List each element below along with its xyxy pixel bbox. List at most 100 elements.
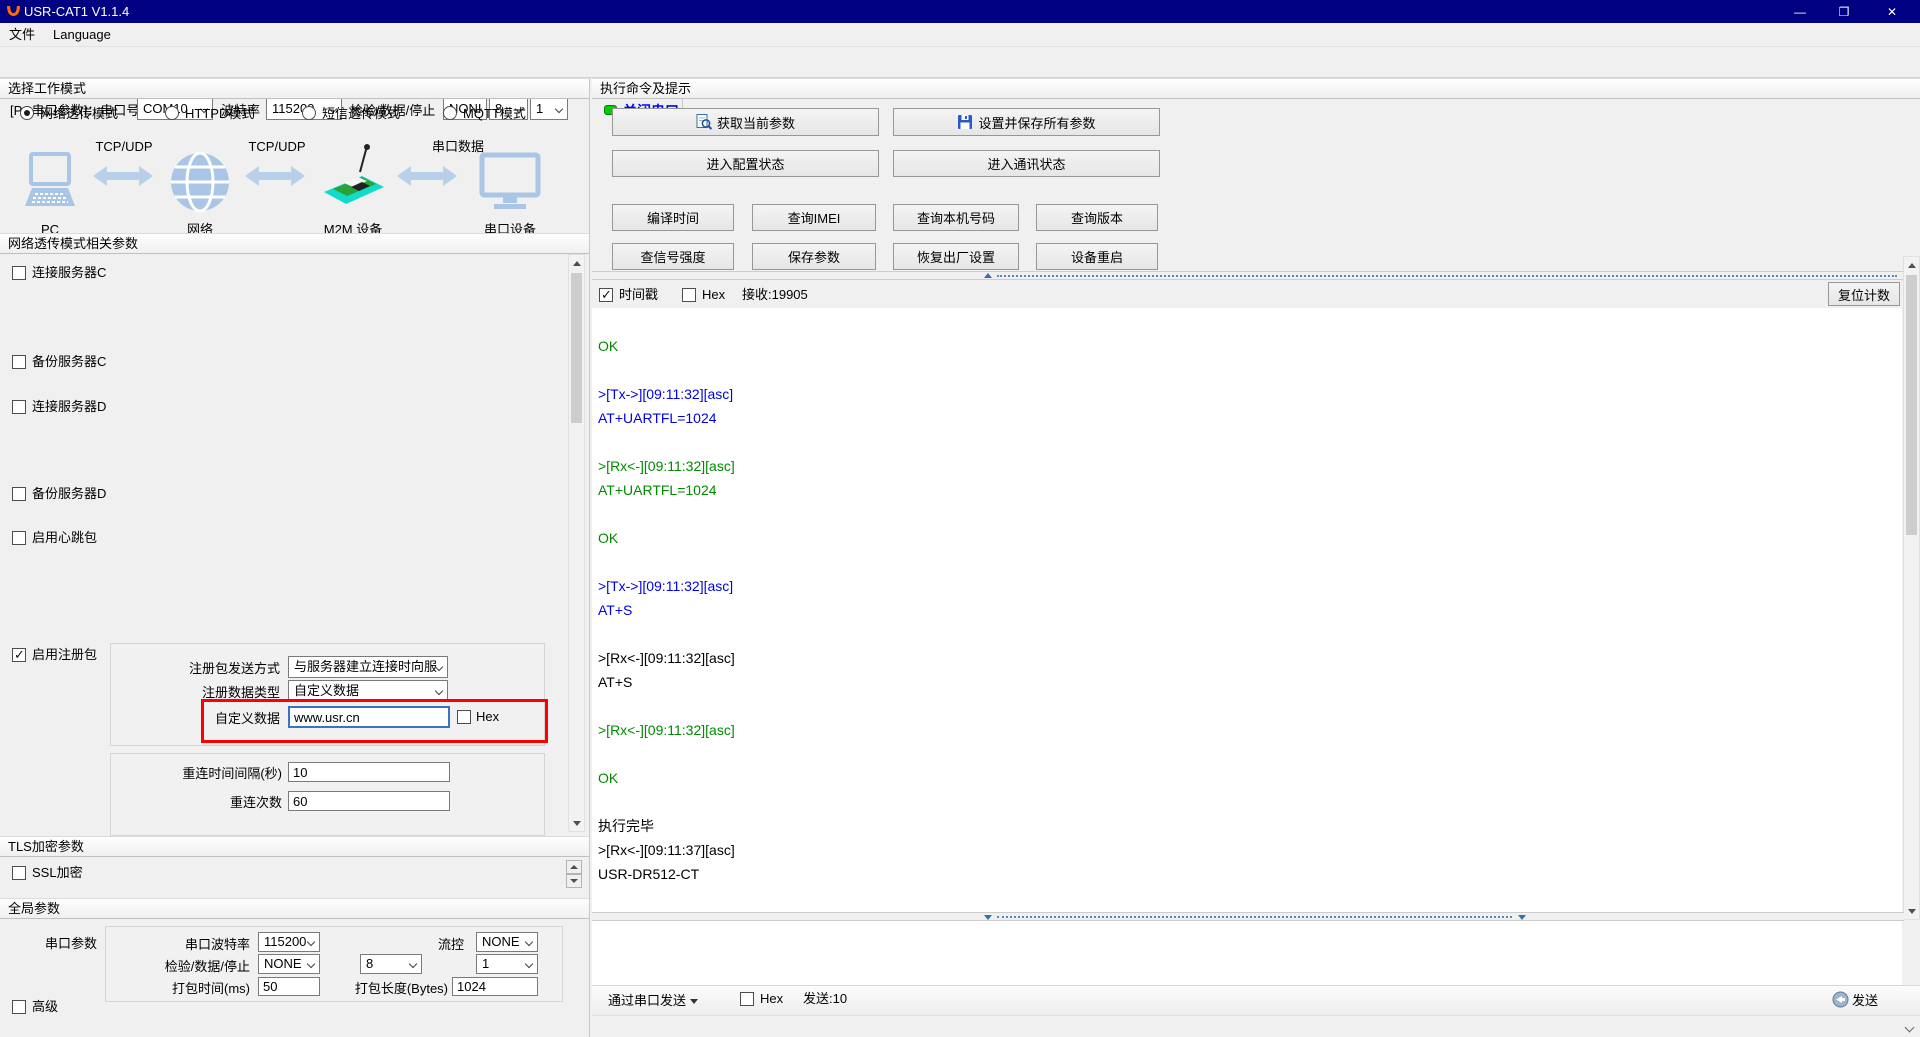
spin-up-icon[interactable]: [566, 860, 582, 874]
log-line: OK: [598, 526, 1902, 550]
log-line: >[Rx<-][09:11:32][asc]: [598, 718, 1902, 742]
send-icon[interactable]: [1832, 991, 1849, 1008]
log-bottom-splitter[interactable]: [592, 912, 1904, 921]
g-baud-select[interactable]: 115200: [258, 932, 320, 952]
send-button[interactable]: 发送: [1852, 993, 1878, 1009]
scrollbar-thumb[interactable]: [1906, 275, 1917, 535]
g-databits-select[interactable]: 8: [360, 954, 422, 974]
log-line: 执行完毕: [598, 814, 1902, 838]
log-line: OK: [598, 334, 1902, 358]
search-doc-icon: [696, 114, 712, 130]
sent-counter: 发送:10: [803, 991, 847, 1007]
connect-serverD-label: 连接服务器D: [32, 399, 106, 415]
radio-httpd-label[interactable]: HTTPD模式: [185, 106, 254, 122]
scrollbar-thumb[interactable]: [571, 273, 582, 423]
g-packtime-label: 打包时间(ms): [130, 981, 250, 997]
radio-mqtt-label[interactable]: MQTT模式: [463, 106, 526, 122]
reconnect-interval-input[interactable]: [288, 762, 450, 782]
send-input-area[interactable]: [592, 921, 1902, 985]
app-window: USR-CAT1 V1.1.4 — ❐ ✕ 文件 Language [PC串口参…: [0, 0, 1920, 1037]
timestamp-checkbox[interactable]: [599, 288, 613, 302]
g-flow-select[interactable]: NONE: [476, 932, 538, 952]
g-stopbits-select[interactable]: 1: [476, 954, 538, 974]
log-line: >[Tx->][09:11:32][asc]: [598, 382, 1902, 406]
log-top-splitter[interactable]: [592, 271, 1904, 280]
log-scrollbar[interactable]: [1903, 256, 1920, 920]
log-line: >[Tx->][09:11:32][asc]: [598, 574, 1902, 598]
radio-httpd[interactable]: [165, 106, 179, 120]
connect-serverC-label: 连接服务器C: [32, 265, 106, 281]
maximize-icon[interactable]: ❐: [1822, 0, 1866, 23]
set-save-params-button[interactable]: 设置并保存所有参数: [893, 108, 1160, 136]
spin-down-icon[interactable]: [566, 874, 582, 888]
serial-params-label: 串口参数: [45, 936, 97, 952]
advanced-checkbox[interactable]: [12, 1000, 26, 1014]
link-label-1: TCP/UDP: [94, 139, 154, 155]
compile-time-button[interactable]: 编译时间: [612, 204, 734, 231]
ssl-label: SSL加密: [32, 865, 83, 881]
enter-config-button[interactable]: 进入配置状态: [612, 150, 879, 177]
panel-divider[interactable]: [589, 78, 590, 1037]
radio-sms-label[interactable]: 短信透传模式: [322, 106, 400, 122]
log-line: [598, 622, 1902, 646]
backup-serverC-label: 备份服务器C: [32, 354, 106, 370]
close-icon[interactable]: ✕: [1870, 0, 1914, 23]
log-area[interactable]: OK >[Tx->][09:11:32][asc]AT+UARTFL=1024 …: [592, 308, 1902, 912]
register-packet-checkbox[interactable]: [12, 648, 26, 662]
timestamp-label: 时间戳: [619, 287, 658, 303]
reset-counter-button[interactable]: 复位计数: [1828, 282, 1900, 306]
log-line: [598, 358, 1902, 382]
stopbits-select[interactable]: 1: [530, 98, 568, 120]
tls-header: TLS加密参数: [0, 836, 589, 857]
radio-net-transparent[interactable]: [20, 106, 34, 120]
send-hex-checkbox[interactable]: [740, 992, 754, 1006]
chevron-down-icon: [307, 960, 315, 968]
chevron-down-icon: [409, 960, 417, 968]
log-line: AT+S: [598, 670, 1902, 694]
radio-mqtt[interactable]: [443, 106, 457, 120]
g-packtime-input[interactable]: [258, 977, 320, 996]
reg-send-mode-select[interactable]: 与服务器建立连接时向服: [288, 656, 448, 678]
radio-net-transparent-label[interactable]: 网络透传模式: [40, 106, 118, 122]
send-mode-button[interactable]: 通过串口发送: [608, 993, 686, 1009]
backup-serverD-checkbox[interactable]: [12, 487, 26, 501]
menu-language[interactable]: Language: [44, 23, 120, 47]
query-version-button[interactable]: 查询版本: [1036, 204, 1158, 231]
query-imei-button[interactable]: 查询IMEI: [752, 204, 876, 231]
g-packlen-label: 打包长度(Bytes): [344, 981, 448, 997]
send-mode-chevron-icon[interactable]: [690, 999, 698, 1004]
enter-comm-button[interactable]: 进入通讯状态: [893, 150, 1160, 177]
heartbeat-checkbox[interactable]: [12, 531, 26, 545]
query-signal-button[interactable]: 查信号强度: [612, 243, 734, 270]
ssl-checkbox[interactable]: [12, 866, 26, 880]
connect-serverC-checkbox[interactable]: [12, 266, 26, 280]
log-line: [598, 430, 1902, 454]
g-packlen-input[interactable]: [452, 977, 538, 996]
log-line: >[Rx<-][09:11:37][asc]: [598, 838, 1902, 862]
save-params-button[interactable]: 保存参数: [752, 243, 876, 270]
send-hex-label: Hex: [760, 991, 783, 1007]
backup-serverD-label: 备份服务器D: [32, 486, 106, 502]
device-restart-button[interactable]: 设备重启: [1036, 243, 1158, 270]
menu-file[interactable]: 文件: [0, 23, 44, 47]
log-line: USR-DR512-CT: [598, 862, 1902, 886]
minimize-icon[interactable]: —: [1778, 0, 1822, 23]
backup-serverC-checkbox[interactable]: [12, 355, 26, 369]
serial-toolbar: [PC串口参数]：串口号 COM10 波特率 115200 检验/数据/停止 N…: [0, 47, 1920, 78]
arrow-icon: [396, 163, 458, 189]
left-panel-scrollbar[interactable]: [568, 254, 585, 832]
g-parity-select[interactable]: NONE: [258, 954, 320, 974]
title-bar: USR-CAT1 V1.1.4 — ❐ ✕: [0, 0, 1920, 23]
factory-reset-button[interactable]: 恢复出厂设置: [893, 243, 1019, 270]
reconnect-count-input[interactable]: [288, 791, 450, 811]
g-flow-label: 流控: [400, 937, 464, 953]
recv-counter: 接收:19905: [742, 287, 808, 303]
log-hex-checkbox[interactable]: [682, 288, 696, 302]
query-number-button[interactable]: 查询本机号码: [893, 204, 1019, 231]
window-title: USR-CAT1 V1.1.4: [24, 4, 129, 19]
get-params-button[interactable]: 获取当前参数: [612, 108, 879, 136]
radio-sms[interactable]: [302, 106, 316, 120]
connect-serverD-checkbox[interactable]: [12, 400, 26, 414]
chevron-down-icon: [307, 938, 315, 946]
reconnect-interval-label: 重连时间间隔(秒): [110, 766, 282, 782]
